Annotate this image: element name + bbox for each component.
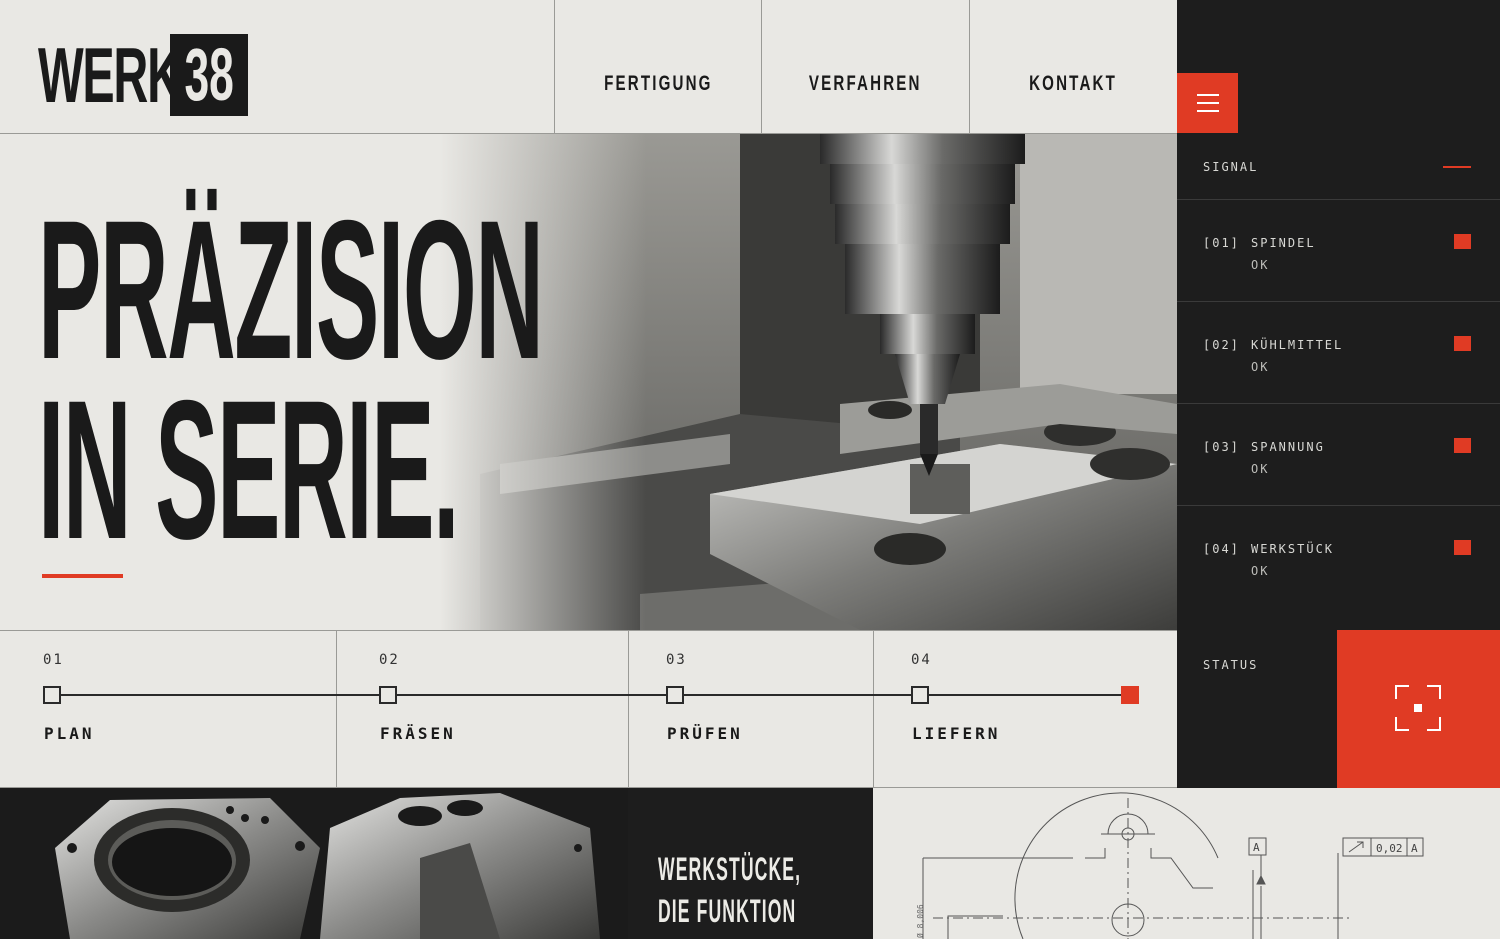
signal-item-name: WERKSTÜCK [1251,542,1335,556]
parts-caption-line-2: DIE FUNKTION [658,893,797,929]
hamburger-line [1196,102,1219,104]
signal-item-name: KÜHLMITTEL [1251,338,1344,352]
signal-item-kuehlmittel: [02] KÜHLMITTEL OK [1177,302,1500,404]
step-node-icon [379,686,397,704]
focus-frame-icon [1395,685,1441,731]
step-divider [628,630,629,788]
menu-button[interactable] [1177,73,1238,133]
tolerance-frame: 0,02 A [1342,837,1424,857]
step-divider [873,630,874,788]
step-divider [336,630,337,788]
signal-item-name: SPANNUNG [1251,440,1325,454]
signal-item-number: [01] [1203,236,1240,250]
process-step-liefern[interactable]: 04 LIEFERN [911,652,1131,752]
tolerance-ref: A [1411,842,1418,855]
signal-item-number: [02] [1203,338,1240,352]
hero-headline: PRÄZISION IN SERIE. [38,179,1089,580]
process-step-fraesen[interactable]: 02 FRÄSEN [379,652,609,752]
step-label: PRÜFEN [667,724,743,743]
process-step-plan[interactable]: 01 PLAN [43,652,303,752]
hero-line-1: PRÄZISION [38,179,544,400]
nav-item-kontakt[interactable]: KONTAKT [970,0,1177,134]
nav-item-verfahren[interactable]: VERFAHREN [762,0,970,134]
hero-accent-bar [42,574,123,578]
signal-item-number: [03] [1203,440,1240,454]
tolerance-value: 0,02 [1376,842,1403,855]
parts-caption-panel: WERKSTÜCKE, DIE FUNKTION [628,788,873,939]
signal-item-status: OK [1251,564,1270,578]
signal-item-spindel: [01] SPINDEL OK [1177,200,1500,302]
signal-item-werkstueck: [04] WERKSTÜCK OK [1177,506,1500,630]
process-end-marker-icon [1121,686,1139,704]
signal-header: SIGNAL [1177,134,1500,200]
datum-tag: A [1248,837,1267,856]
step-number: 04 [911,652,932,668]
nav-label: FERTIGUNG [603,71,713,95]
process-step-pruefen[interactable]: 03 PRÜFEN [666,652,856,752]
hamburger-line [1196,110,1219,112]
step-node-icon [43,686,61,704]
step-label: LIEFERN [912,724,1001,743]
brand-word: WERK [38,31,182,119]
status-indicator-icon [1454,540,1471,555]
nav-label: KONTAKT [1029,71,1118,95]
status-indicator-icon [1454,234,1471,249]
signal-item-status: OK [1251,258,1270,272]
brand-number: 38 [184,33,234,116]
brand-number-box: 38 [170,34,248,116]
dimension-label: Ø 8,006 [915,904,925,938]
status-indicator-icon [1454,336,1471,351]
step-number: 02 [379,652,400,668]
technical-drawing: A 0,02 A Ø 8,006 [915,792,1424,939]
step-label: PLAN [44,724,95,743]
signal-title: SIGNAL [1203,160,1259,174]
brand-logo[interactable]: WERK 38 [38,32,268,118]
nav-label: VERFAHREN [809,71,922,95]
focus-button[interactable] [1337,630,1500,788]
technical-drawing-panel: A 0,02 A Ø 8,006 [873,788,1500,939]
signal-item-status: OK [1251,360,1270,374]
datum-tag-label: A [1253,841,1260,854]
signal-item-spannung: [03] SPANNUNG OK [1177,404,1500,506]
machined-parts-image [0,788,628,939]
status-panel: STATUS [1177,630,1337,788]
status-title: STATUS [1203,658,1259,672]
step-node-icon [666,686,684,704]
parts-caption-line-1: WERKSTÜCKE, [658,851,802,887]
status-indicator-icon [1454,438,1471,453]
step-node-icon [911,686,929,704]
step-number: 01 [43,652,64,668]
signal-dash-icon [1443,166,1471,168]
step-label: FRÄSEN [380,724,456,743]
nav-item-fertigung[interactable]: FERTIGUNG [555,0,762,134]
step-number: 03 [666,652,687,668]
signal-item-name: SPINDEL [1251,236,1316,250]
hamburger-line [1196,94,1219,96]
hero-line-2: IN SERIE. [38,359,460,580]
signal-item-number: [04] [1203,542,1240,556]
signal-item-status: OK [1251,462,1270,476]
